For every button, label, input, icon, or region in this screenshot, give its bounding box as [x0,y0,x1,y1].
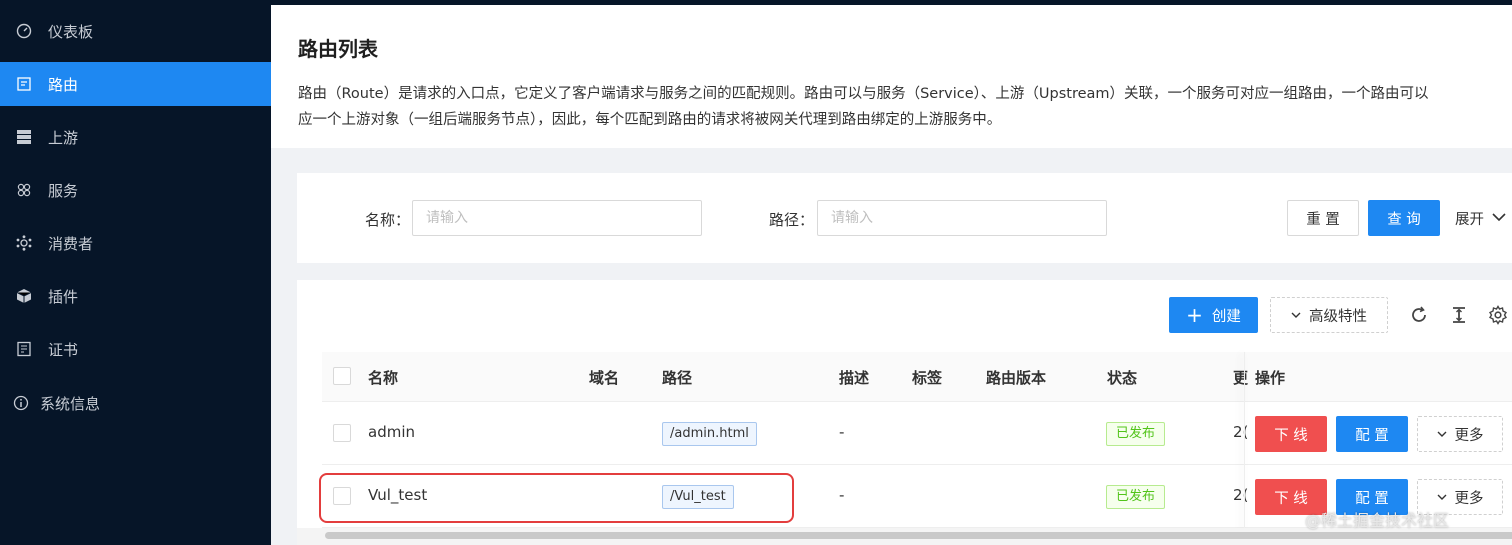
sidebar-item-label: 路由 [48,75,79,94]
route-description: - [839,423,845,441]
status-badge: 已发布 [1106,422,1165,446]
name-label: 名称： [365,211,411,229]
consumer-icon [15,234,33,252]
config-button[interactable]: 配 置 [1336,416,1408,452]
chevron-down-icon [1291,307,1301,323]
page-title: 路由列表 [298,37,378,61]
info-icon [12,394,30,412]
page-header: 路由列表 路由（Route）是请求的入口点，它定义了客户端请求与服务之间的匹配规… [271,5,1512,148]
horizontal-scrollbar[interactable] [325,532,1512,539]
path-search-input[interactable]: 请输入 [817,200,1107,236]
sidebar-item-label: 仪表板 [48,22,94,41]
sidebar-item-plugin[interactable]: 插件 [0,274,271,318]
updated-time: 2( [1233,486,1249,504]
table-row: admin /admin.html - 已发布 2( 下 线 配 置 更多 [322,402,1512,465]
route-description: - [839,486,845,504]
sidebar-item-label: 证书 [48,340,79,359]
offline-button[interactable]: 下 线 [1255,416,1327,452]
create-label: 创建 [1211,308,1241,325]
sidebar-item-certificate[interactable]: 证书 [0,327,271,371]
sidebar-item-label: 插件 [48,287,79,306]
column-description: 描述 [839,369,870,387]
reset-button[interactable]: 重 置 [1287,200,1359,236]
column-labels: 标签 [912,369,943,387]
highlight-box [319,473,794,523]
advanced-features-button[interactable]: 高级特性 [1270,297,1388,333]
sidebar-item-route[interactable]: 路由 [0,62,271,106]
sidebar-item-label: 消费者 [48,234,94,253]
expand-label: 展开 [1455,211,1484,228]
route-icon [15,75,33,93]
service-icon [15,181,33,199]
create-button[interactable]: + 创建 [1169,297,1258,333]
column-path: 路径 [662,369,693,387]
path-tag: /admin.html [662,422,757,446]
advanced-label: 高级特性 [1309,308,1367,325]
sidebar-item-label: 上游 [48,128,79,147]
select-all-checkbox[interactable] [333,367,351,385]
chevron-down-icon [1437,426,1447,442]
table-header: 名称 域名 路径 描述 标签 路由版本 状态 更 操作 [322,352,1512,402]
chevron-down-icon [1437,489,1447,505]
page-description-line: 应一个上游对象（一组后端服务节点），因此，每个匹配到路由的请求将被网关代理到路由… [298,112,1002,128]
expand-toggle[interactable]: 展开 [1455,200,1512,236]
plus-icon: + [1186,303,1203,327]
chevron-down-icon [1492,210,1506,226]
more-label: 更多 [1454,427,1484,444]
column-name: 名称 [368,369,399,387]
route-name: admin [368,423,415,441]
updated-time: 2( [1233,423,1249,441]
dashboard-icon [15,22,33,40]
page-description-line: 路由（Route）是请求的入口点，它定义了客户端请求与服务之间的匹配规则。路由可… [298,86,1429,102]
name-search-input[interactable]: 请输入 [412,200,702,236]
sidebar-item-dashboard[interactable]: 仪表板 [0,9,271,53]
sidebar-item-system-info[interactable]: 系统信息 [0,381,271,425]
certificate-icon [15,340,33,358]
sidebar-item-service[interactable]: 服务 [0,168,271,212]
fixed-column-divider [1244,352,1245,542]
sidebar: 仪表板 路由 上游 服务 消费者 插件 证书 系统信息 [0,0,271,545]
sidebar-item-label: 系统信息 [40,394,101,413]
more-label: 更多 [1454,490,1484,507]
column-route-version: 路由版本 [986,369,1047,387]
watermark: @稀土掘金技术社区 [1305,511,1450,530]
column-updated: 更 [1233,369,1249,387]
sidebar-item-upstream[interactable]: 上游 [0,115,271,159]
upstream-icon [15,128,33,146]
sidebar-item-consumer[interactable]: 消费者 [0,221,271,265]
column-operations: 操作 [1255,369,1286,387]
status-badge: 已发布 [1106,485,1165,509]
density-icon[interactable] [1449,305,1469,330]
more-button[interactable]: 更多 [1417,416,1503,452]
plugin-icon [15,287,33,305]
sidebar-item-label: 服务 [48,181,79,200]
path-label: 路径： [769,211,815,229]
row-checkbox[interactable] [333,424,351,442]
column-domain: 域名 [589,369,620,387]
query-button[interactable]: 查 询 [1368,200,1440,236]
settings-icon[interactable] [1488,305,1508,330]
column-status: 状态 [1107,369,1138,387]
search-form: 名称： 请输入 路径： 请输入 重 置 查 询 展开 [297,173,1512,263]
reload-icon[interactable] [1409,305,1429,330]
page-description: 路由（Route）是请求的入口点，它定义了客户端请求与服务之间的匹配规则。路由可… [298,81,1512,133]
